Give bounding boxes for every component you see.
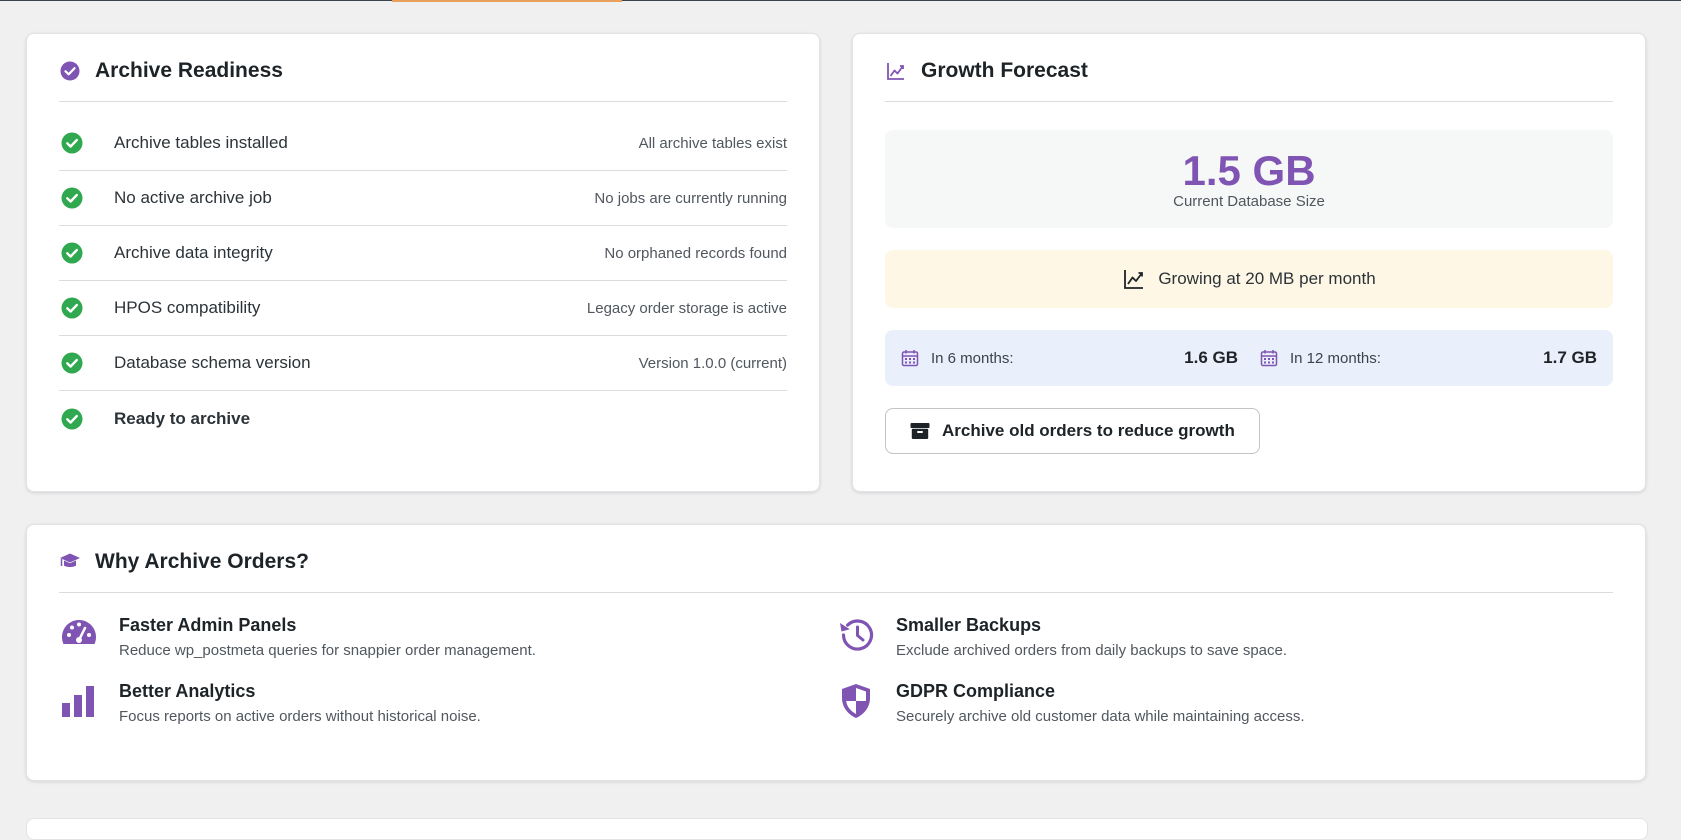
projection-label: In 6 months:	[931, 349, 1014, 367]
trend-up-icon	[1124, 270, 1144, 289]
benefits-grid: Faster Admin Panels Reduce wp_postmeta q…	[59, 615, 1613, 725]
benefit-item: GDPR Compliance Securely archive old cus…	[836, 681, 1613, 725]
calendar-icon	[1260, 350, 1278, 367]
check-label: No active archive job	[114, 188, 272, 207]
check-circle-icon	[59, 60, 81, 82]
success-check-icon	[61, 352, 83, 374]
benefit-text: Faster Admin Panels Reduce wp_postmeta q…	[119, 615, 536, 659]
check-detail: Version 1.0.0 (current)	[638, 354, 787, 372]
benefit-item: Faster Admin Panels Reduce wp_postmeta q…	[59, 615, 836, 659]
calendar-icon	[901, 350, 919, 367]
success-check-icon	[61, 408, 83, 429]
archive-box-icon	[910, 423, 930, 439]
projection-value: 1.7 GB	[1543, 348, 1597, 367]
check-row: Database schema version Version 1.0.0 (c…	[59, 336, 787, 391]
ready-status-label: Ready to archive	[114, 408, 251, 428]
projection-box: In 6 months: 1.6 GB In 12 months: 1.7 GB	[885, 330, 1613, 386]
graduation-cap-icon	[59, 551, 81, 573]
check-row: Archive tables installed All archive tab…	[59, 116, 787, 171]
forecast-header: Growth Forecast	[885, 34, 1613, 102]
growth-rate-box: Growing at 20 MB per month	[885, 250, 1613, 308]
current-size-caption: Current Database Size	[1173, 192, 1325, 210]
check-row: HPOS compatibility Legacy order storage …	[59, 281, 787, 336]
benefit-title: Smaller Backups	[896, 615, 1042, 635]
benefit-text: GDPR Compliance Securely archive old cus…	[896, 681, 1305, 725]
success-check-icon	[61, 132, 83, 154]
projection-6-months: In 6 months: 1.6 GB	[901, 348, 1238, 368]
why-header: Why Archive Orders?	[59, 525, 1613, 593]
check-label: Database schema version	[114, 353, 311, 372]
success-check-icon	[61, 187, 83, 209]
benefit-text: Smaller Backups Exclude archived orders …	[896, 615, 1287, 659]
check-label: HPOS compatibility	[114, 298, 261, 317]
backup-history-icon	[836, 615, 876, 655]
forecast-title: Growth Forecast	[921, 58, 1088, 82]
check-detail: Legacy order storage is active	[586, 299, 787, 317]
projection-value: 1.6 GB	[1184, 348, 1238, 367]
check-row: Archive data integrity No orphaned recor…	[59, 226, 787, 281]
check-label: Archive data integrity	[114, 243, 273, 262]
benefit-item: Better Analytics Focus reports on active…	[59, 681, 836, 725]
archive-readiness-card: Archive Readiness Archive tables install…	[26, 33, 820, 492]
benefit-desc: Reduce wp_postmeta queries for snappier …	[119, 642, 536, 659]
next-card	[26, 818, 1648, 840]
chart-line-icon	[885, 60, 907, 82]
benefit-title: Better Analytics	[119, 681, 256, 701]
active-tab-indicator	[392, 0, 622, 2]
check-detail: All archive tables exist	[638, 134, 787, 152]
check-detail: No jobs are currently running	[594, 189, 787, 207]
benefit-desc: Exclude archived orders from daily backu…	[896, 642, 1288, 659]
current-size-value: 1.5 GB	[1182, 146, 1316, 194]
why-archive-card: Why Archive Orders? Faster Admin Panels …	[26, 524, 1646, 781]
check-label: Archive tables installed	[114, 133, 288, 152]
success-check-icon	[61, 242, 83, 264]
benefit-text: Better Analytics Focus reports on active…	[119, 681, 481, 725]
readiness-check-list: Archive tables installed All archive tab…	[59, 116, 787, 446]
check-row: No active archive job No jobs are curren…	[59, 171, 787, 226]
archive-button-label: Archive old orders to reduce growth	[942, 421, 1235, 440]
why-title: Why Archive Orders?	[95, 549, 309, 573]
readiness-header: Archive Readiness	[59, 34, 787, 102]
check-detail: No orphaned records found	[604, 244, 787, 262]
check-row: Ready to archive	[59, 391, 787, 446]
growth-forecast-card: Growth Forecast 1.5 GB Current Database …	[852, 33, 1646, 492]
bar-chart-icon	[59, 681, 99, 721]
success-check-icon	[61, 297, 83, 319]
archive-old-orders-button[interactable]: Archive old orders to reduce growth	[885, 408, 1260, 454]
shield-icon	[836, 681, 876, 721]
readiness-title: Archive Readiness	[95, 58, 283, 82]
current-size-box: 1.5 GB Current Database Size	[885, 130, 1613, 228]
benefit-title: GDPR Compliance	[896, 681, 1056, 701]
benefit-desc: Focus reports on active orders without h…	[119, 708, 481, 725]
projection-label: In 12 months:	[1290, 349, 1381, 367]
benefit-desc: Securely archive old customer data while…	[896, 708, 1305, 725]
projection-12-months: In 12 months: 1.7 GB	[1260, 348, 1597, 368]
benefit-item: Smaller Backups Exclude archived orders …	[836, 615, 1613, 659]
top-border	[0, 0, 1681, 1]
growth-rate-text: Growing at 20 MB per month	[1158, 269, 1376, 288]
benefit-title: Faster Admin Panels	[119, 615, 297, 635]
dashboard-gauge-icon	[59, 615, 99, 655]
